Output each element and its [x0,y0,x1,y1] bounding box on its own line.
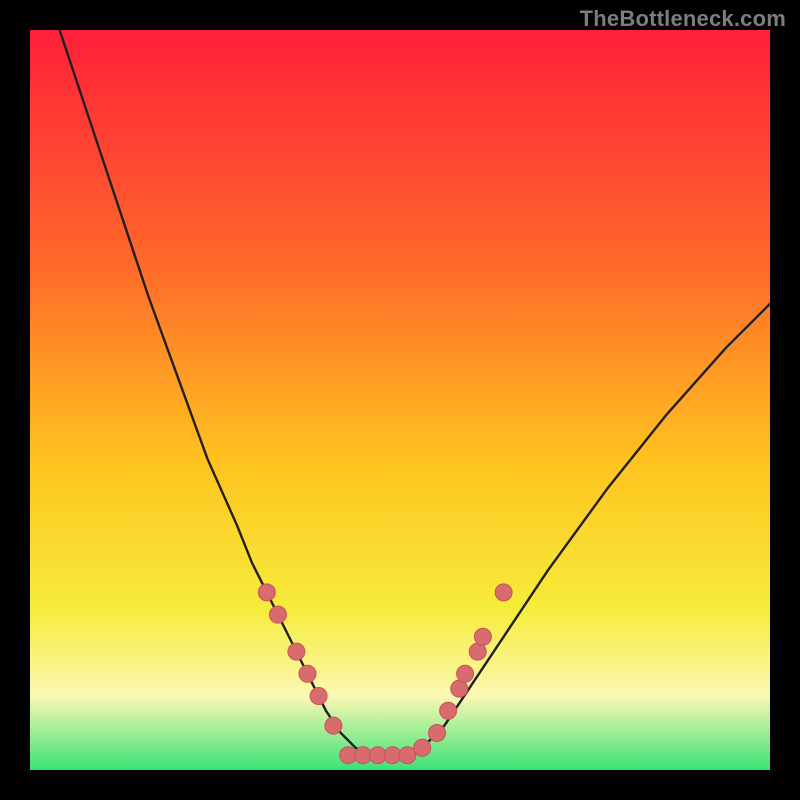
watermark-text: TheBottleneck.com [580,6,786,32]
curve-marker [310,688,327,705]
curve-marker [258,584,275,601]
curve-marker [457,665,474,682]
plot-background [30,30,770,770]
curve-marker [429,725,446,742]
curve-marker [414,739,431,756]
curve-marker [299,665,316,682]
bottleneck-chart [0,0,800,800]
chart-frame: TheBottleneck.com [0,0,800,800]
curve-marker [325,717,342,734]
curve-marker [495,584,512,601]
curve-marker [269,606,286,623]
curve-marker [440,702,457,719]
curve-marker [288,643,305,660]
curve-marker [474,628,491,645]
